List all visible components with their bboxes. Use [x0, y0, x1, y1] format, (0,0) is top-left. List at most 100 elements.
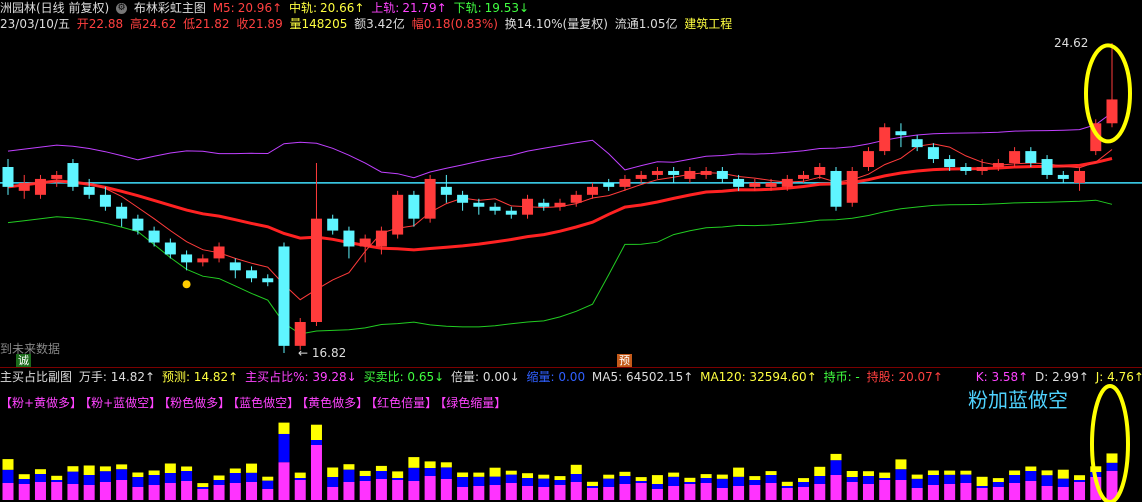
- volume-bar-yellow: [862, 471, 874, 476]
- volume-bar-yellow: [619, 471, 631, 476]
- volume-bar-blue: [668, 476, 680, 486]
- quote-volume: 量148205: [289, 17, 348, 31]
- chart-title-bar: 洲园林(日线 前复权) ⚙ 布林彩虹主图 M5: 20.96↑ 中轨: 20.66↑…: [0, 0, 532, 16]
- volume-bar-yellow: [911, 474, 923, 479]
- candle-body: [1041, 159, 1053, 175]
- m5-label: M5:: [212, 1, 235, 15]
- quote-high: 高24.62: [129, 17, 177, 31]
- volume-bar-blue: [798, 482, 810, 487]
- volume-bar-yellow: [733, 467, 745, 477]
- candle-body: [343, 230, 355, 247]
- volume-bar-yellow: [310, 424, 322, 440]
- candle-body: [603, 182, 615, 187]
- volume-bar-yellow: [879, 472, 891, 478]
- upper-label: 上轨:: [371, 1, 400, 15]
- volume-bar-yellow: [359, 470, 371, 476]
- volume-bar-blue: [440, 467, 452, 479]
- volume-bar-yellow: [327, 467, 339, 477]
- volume-bar-yellow: [570, 464, 582, 474]
- volume-bar-pink: [213, 485, 225, 500]
- volume-bar-blue: [505, 474, 517, 483]
- candle-body: [846, 170, 858, 203]
- volume-bar-yellow: [522, 473, 534, 478]
- volume-bar-pink: [278, 462, 290, 500]
- candle-body: [749, 182, 761, 187]
- candle-body: [976, 167, 988, 171]
- volume-bar-yellow: [895, 459, 907, 470]
- settings-icon[interactable]: ⚙: [116, 3, 128, 14]
- volume-bar-blue: [392, 478, 404, 480]
- indicator-name[interactable]: 布林彩虹主图: [134, 1, 206, 15]
- price-chart[interactable]: 24.62 ← 16.82: [0, 33, 1142, 363]
- volume-bar-yellow: [424, 461, 436, 468]
- volume-bar-blue: [944, 474, 956, 484]
- candle-body: [34, 178, 46, 195]
- low-price-label: ← 16.82: [298, 346, 346, 360]
- candle-body: [327, 218, 339, 231]
- quote-date: 23/03/10/五: [0, 17, 70, 31]
- candle-body: [700, 170, 712, 175]
- panel-ma5: MA5: 64502.15↑: [591, 370, 694, 384]
- volume-bar-pink: [700, 483, 712, 500]
- volume-bar-pink: [294, 480, 306, 500]
- volume-bar-pink: [668, 486, 680, 500]
- volume-bar-yellow: [651, 475, 663, 484]
- volume-bar-yellow: [1041, 470, 1053, 476]
- candle-body: [944, 159, 956, 167]
- volume-bar-blue: [1106, 462, 1118, 471]
- candle-body: [716, 170, 728, 179]
- volume-bar-blue: [651, 484, 663, 489]
- candle-body: [1025, 151, 1037, 164]
- volume-bar-yellow: [343, 464, 355, 470]
- candle-body: [2, 167, 14, 187]
- candle-body: [99, 194, 111, 207]
- candle-body: [67, 163, 79, 187]
- signal-dot: [182, 280, 191, 289]
- candle-body: [684, 170, 696, 179]
- volume-bar-pink: [586, 488, 598, 500]
- candle-body: [132, 218, 144, 231]
- volume-bar-blue: [846, 477, 858, 482]
- volume-bar-blue: [700, 478, 712, 483]
- volume-bar-pink: [733, 486, 745, 500]
- candle-body: [619, 178, 631, 187]
- volume-bar-yellow: [375, 465, 387, 471]
- candle-body: [392, 194, 404, 235]
- volume-bar-blue: [684, 482, 696, 484]
- quote-sector[interactable]: 建筑工程: [684, 17, 732, 31]
- volume-bar-yellow: [798, 478, 810, 482]
- volume-bar-blue: [375, 471, 387, 479]
- highlight-circle: [1084, 43, 1132, 144]
- panel-separator: [0, 367, 1142, 368]
- volume-bar-blue: [229, 473, 241, 483]
- volume-bar-blue: [522, 478, 534, 486]
- volume-bar-blue: [619, 476, 631, 484]
- panel-d: D: 2.99↑: [1035, 370, 1089, 384]
- volume-bar-yellow: [181, 466, 193, 471]
- volume-bar-pink: [327, 487, 339, 500]
- volume-bar-pink: [375, 479, 387, 500]
- candle-body: [733, 178, 745, 187]
- volume-bar-yellow: [408, 457, 420, 468]
- volume-bar-pink: [554, 485, 566, 500]
- candle-body: [911, 139, 923, 148]
- volume-bar-pink: [181, 481, 193, 500]
- volume-bar-pink: [148, 485, 160, 500]
- volume-bar-pink: [749, 485, 761, 500]
- volume-bar-pink: [116, 480, 128, 500]
- volume-bar-blue: [262, 480, 274, 489]
- volume-bar-blue: [586, 486, 598, 488]
- volume-bar-blue: [538, 478, 550, 487]
- panel-stock: 持股: 20.07↑: [866, 370, 943, 384]
- volume-bar-blue: [733, 476, 745, 486]
- panel-title[interactable]: 主买占比副图: [0, 370, 72, 384]
- volume-bar-pink: [67, 484, 79, 500]
- volume-bar-yellow: [2, 459, 14, 470]
- volume-bar-yellow: [1009, 470, 1021, 475]
- quote-low: 低21.82: [183, 17, 230, 31]
- volume-bar-pink: [911, 488, 923, 500]
- volume-bar-yellow: [603, 474, 615, 479]
- volume-bar-blue: [34, 474, 46, 482]
- volume-bar-blue: [457, 477, 469, 487]
- volume-bar-yellow: [668, 472, 680, 477]
